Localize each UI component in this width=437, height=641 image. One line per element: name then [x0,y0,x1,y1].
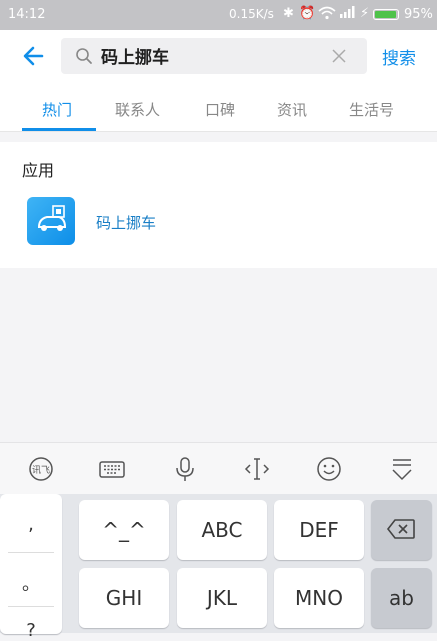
key-comma[interactable]: , [0,514,62,535]
keyboard: , 。 ? ^_^ ABC DEF GHI JKL MNO ab [0,494,437,641]
cursor-icon[interactable] [243,455,271,483]
tab-life-account[interactable]: 生活号 [349,99,394,120]
bluetooth-icon: ✱ [283,6,294,21]
wifi-icon [318,6,336,24]
signal-icon [340,6,356,22]
key-question[interactable]: ? [0,620,62,641]
backspace-key[interactable] [371,500,432,560]
search-icon [75,47,93,69]
tab-indicator [22,128,96,131]
search-input[interactable] [101,45,321,65]
backspace-icon [386,518,416,545]
punct-divider [8,606,54,607]
apps-section: 应用 码上挪车 [0,142,437,268]
punctuation-column: , 。 ? [0,494,62,641]
search-button[interactable]: 搜索 [382,44,416,69]
input-method-icon[interactable]: 讯飞 [27,455,55,483]
key-emoticon[interactable]: ^_^ [79,500,169,560]
search-header: 搜索 [0,30,437,83]
clear-icon[interactable] [329,46,349,70]
key-ab[interactable]: ab [371,568,432,628]
battery-percent: 95% [404,7,433,22]
search-box[interactable] [61,38,367,74]
tab-news[interactable]: 资讯 [277,99,307,120]
status-time: 14:12 [8,7,46,22]
key-period[interactable]: 。 [0,570,62,596]
back-arrow-icon[interactable] [20,42,48,70]
svg-text:讯飞: 讯飞 [32,465,50,476]
status-net-speed: 0.15K/s [229,7,274,21]
hide-keyboard-icon[interactable] [388,455,416,483]
key-jkl[interactable]: JKL [177,568,267,628]
section-title: 应用 [22,161,55,180]
tab-bar: 热门 联系人 口碑 资讯 生活号 [0,83,437,132]
key-def[interactable]: DEF [274,500,364,560]
alarm-icon: ⏰ [299,6,316,21]
punct-divider [8,552,54,553]
app-name[interactable]: 码上挪车 [96,212,156,233]
emoji-icon[interactable] [315,455,343,483]
key-ghi[interactable]: GHI [79,568,169,628]
microphone-icon[interactable] [171,455,199,483]
tab-koubei[interactable]: 口碑 [205,99,235,120]
charging-icon: ⚡ [360,6,370,21]
keyboard-toolbar: 讯飞 [0,442,437,495]
tab-hot[interactable]: 热门 [42,99,72,120]
keyboard-icon[interactable] [98,455,126,483]
key-abc[interactable]: ABC [177,500,267,560]
battery-fill [375,11,396,18]
status-bar: 14:12 0.15K/s ✱ ⏰ ⚡ 95% [0,0,437,30]
tab-contacts[interactable]: 联系人 [115,99,160,120]
battery-icon [373,9,399,20]
app-car-icon[interactable] [27,197,75,245]
key-mno[interactable]: MNO [274,568,364,628]
